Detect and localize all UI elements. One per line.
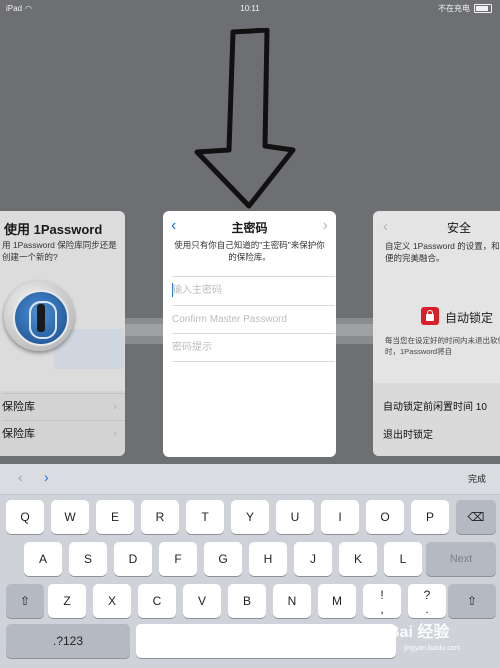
key-z[interactable]: Z — [48, 584, 86, 618]
down-arrow-icon — [194, 28, 296, 209]
list-item-label: 保险库 — [2, 401, 35, 413]
chevron-right-icon: › — [113, 401, 117, 413]
chevron-right-icon: › — [113, 428, 117, 440]
list-item-vault[interactable]: 保险库 › — [2, 393, 125, 420]
numbers-key[interactable]: .?123 — [6, 624, 130, 658]
card-description: 自定义 1Password 的设置，和方便的完美融合。 — [385, 241, 500, 263]
key-k[interactable]: K — [339, 542, 377, 576]
watermark-url: jingyan.baidu.com — [404, 645, 461, 652]
settings-row-idle-time[interactable]: 自动锁定前闲置时间 10 — [383, 398, 500, 413]
confirm-password-input[interactable] — [172, 306, 327, 332]
card-security[interactable]: ‹ 安全 自定义 1Password 的设置，和方便的完美融合。 自动锁定 每当… — [373, 211, 500, 456]
key-g[interactable]: G — [204, 542, 242, 576]
key-h[interactable]: H — [249, 542, 287, 576]
key-p[interactable]: P — [411, 500, 449, 534]
shift-key-right[interactable]: ⇧ — [448, 584, 496, 618]
chevron-left-icon[interactable]: ‹ — [383, 218, 388, 235]
watermark-logo: Bai 经验 — [388, 624, 450, 641]
card-master-password: ‹ 主密码 › 使用只有你自己知道的"主密码"来保护你的保险库。 — [163, 211, 336, 457]
screen: iPad ◠ 10:11 不在充电 使用 1Password 用 1Passwor… — [0, 0, 500, 668]
chevron-left-icon[interactable]: ‹ — [18, 469, 23, 485]
1password-logo — [4, 281, 74, 351]
backdrop-tile — [336, 324, 376, 336]
status-time: 10:11 — [240, 4, 260, 13]
key-b[interactable]: B — [228, 584, 266, 618]
password-hint-input[interactable] — [172, 334, 327, 360]
shift-icon: ⇧ — [466, 594, 478, 608]
battery-icon — [474, 4, 492, 14]
lock-icon — [421, 307, 439, 325]
key-f[interactable]: F — [159, 542, 197, 576]
settings-row-lock-on-exit[interactable]: 退出时锁定 — [383, 426, 500, 441]
list-item-vault-2[interactable]: 保险库 › — [2, 420, 125, 447]
key-w[interactable]: W — [51, 500, 89, 534]
status-right: 不在充电 — [438, 0, 492, 18]
key-u[interactable]: U — [276, 500, 314, 534]
key-i[interactable]: I — [321, 500, 359, 534]
master-password-field[interactable] — [172, 276, 335, 304]
key-y[interactable]: Y — [231, 500, 269, 534]
card-use-1password[interactable]: 使用 1Password 用 1Password 保险库同步还是创建一个新的? … — [0, 211, 125, 456]
backdrop-tile — [125, 324, 165, 336]
key-v[interactable]: V — [183, 584, 221, 618]
card-description: 使用只有你自己知道的"主密码"来保护你的保险库。 — [174, 240, 325, 262]
key-n[interactable]: N — [273, 584, 311, 618]
key-r[interactable]: R — [141, 500, 179, 534]
card-description: 用 1Password 保险库同步还是创建一个新的? — [2, 240, 117, 262]
shift-key[interactable]: ⇧ — [6, 584, 44, 618]
key-j[interactable]: J — [294, 542, 332, 576]
auto-lock-label: 自动锁定 — [445, 311, 494, 325]
status-bar: iPad ◠ 10:11 不在充电 — [0, 0, 500, 18]
delete-button[interactable]: ⌫ — [456, 500, 496, 534]
key-a[interactable]: A — [24, 542, 62, 576]
card-title: 使用 1Password — [4, 222, 103, 237]
chevron-right-icon[interactable]: › — [44, 469, 49, 485]
key-question[interactable]: ?. — [408, 584, 446, 618]
confirm-password-field[interactable] — [172, 305, 335, 333]
key-label-top: ? — [423, 588, 431, 602]
key-d[interactable]: D — [114, 542, 152, 576]
chevron-right-icon[interactable]: › — [323, 217, 328, 235]
key-c[interactable]: C — [138, 584, 176, 618]
key-label-bottom: . — [425, 602, 429, 616]
next-key[interactable]: Next — [426, 542, 496, 576]
card-title: 主密码 — [231, 221, 268, 235]
key-e[interactable]: E — [96, 500, 134, 534]
keyboard-accessory-bar: ‹ › 完成 — [0, 464, 500, 495]
key-o[interactable]: O — [366, 500, 404, 534]
shift-icon: ⇧ — [19, 594, 31, 608]
card-title: 安全 — [447, 221, 472, 235]
key-exclaim[interactable]: !, — [363, 584, 401, 618]
key-q[interactable]: Q — [6, 500, 44, 534]
key-label-bottom: , — [380, 602, 384, 616]
master-password-input[interactable] — [172, 277, 327, 303]
key-m[interactable]: M — [318, 584, 356, 618]
charging-status: 不在充电 — [438, 4, 470, 13]
key-l[interactable]: L — [384, 542, 422, 576]
settings-panel — [373, 383, 500, 456]
key-t[interactable]: T — [186, 500, 224, 534]
space-bar[interactable] — [136, 624, 396, 658]
auto-lock-header: 自动锁定 — [421, 307, 500, 327]
auto-lock-description: 每当您在设定好的时间内未退出软件时，1Password将自 — [385, 336, 500, 356]
password-hint-field[interactable] — [172, 333, 335, 362]
key-s[interactable]: S — [69, 542, 107, 576]
key-label-top: ! — [380, 588, 384, 602]
list-item-label: 保险库 — [2, 428, 35, 440]
done-button[interactable]: 完成 — [468, 472, 486, 485]
key-x[interactable]: X — [93, 584, 131, 618]
backspace-icon: ⌫ — [467, 510, 485, 524]
